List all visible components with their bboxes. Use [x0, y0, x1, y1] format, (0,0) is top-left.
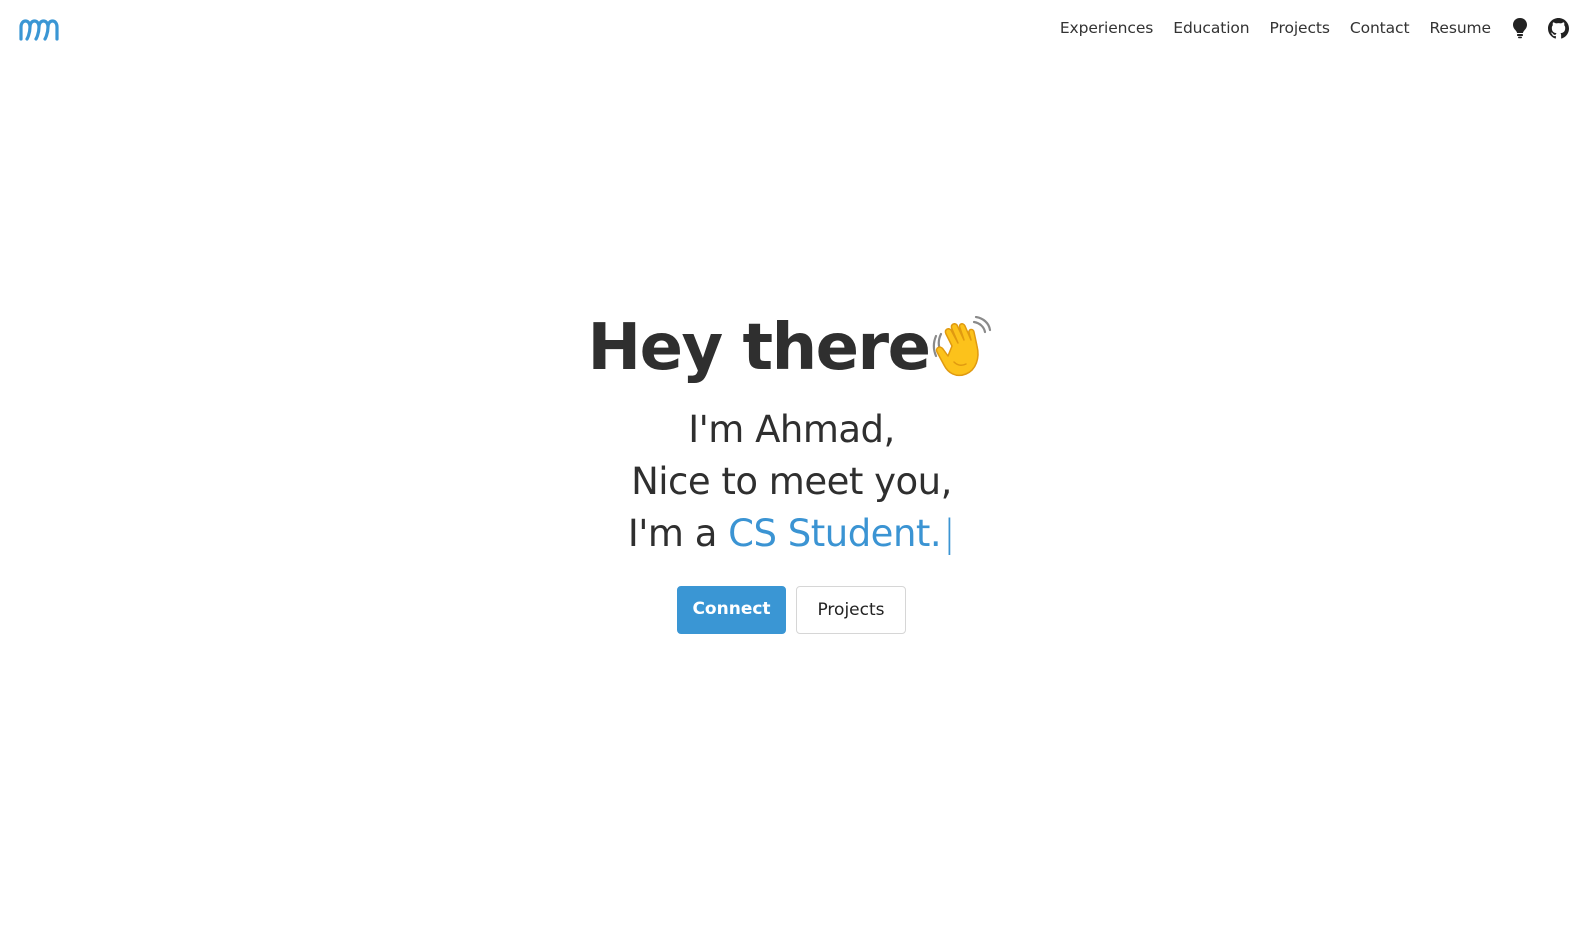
github-icon [1548, 17, 1569, 38]
typing-cursor: | [943, 512, 956, 555]
github-link[interactable] [1548, 17, 1569, 39]
waving-hand-icon [932, 316, 991, 377]
projects-button[interactable]: Projects [796, 586, 906, 634]
role-text: CS Student. [728, 512, 942, 555]
hero-title: Hey there [588, 300, 996, 396]
mm-logo-icon [19, 19, 59, 41]
nav-link-projects[interactable]: Projects [1270, 19, 1330, 37]
nav-link-contact[interactable]: Contact [1350, 19, 1410, 37]
hero-title-text: Hey there [587, 311, 932, 385]
hero-section: Hey there I'm Ahmad, Nice to meet you, I… [0, 300, 1583, 634]
logo[interactable] [18, 14, 60, 42]
nav-link-resume[interactable]: Resume [1429, 19, 1491, 37]
intro-line: I'm Ahmad, [688, 408, 895, 451]
hero-actions: Connect Projects [0, 586, 1583, 634]
nav-link-education[interactable]: Education [1173, 19, 1249, 37]
nav-link-experiences[interactable]: Experiences [1060, 19, 1154, 37]
hero-subtitle: I'm Ahmad, Nice to meet you, I'm a CS St… [0, 404, 1583, 560]
theme-toggle-button[interactable] [1512, 17, 1528, 39]
role-prefix: I'm a [627, 512, 729, 555]
role-line: I'm a CS Student.| [0, 508, 1583, 560]
greeting-line: Nice to meet you, [631, 460, 952, 503]
lightbulb-icon [1513, 18, 1527, 39]
navbar: Experiences Education Projects Contact R… [0, 0, 1583, 56]
connect-button[interactable]: Connect [677, 586, 786, 634]
nav-links: Experiences Education Projects Contact R… [1060, 17, 1569, 39]
